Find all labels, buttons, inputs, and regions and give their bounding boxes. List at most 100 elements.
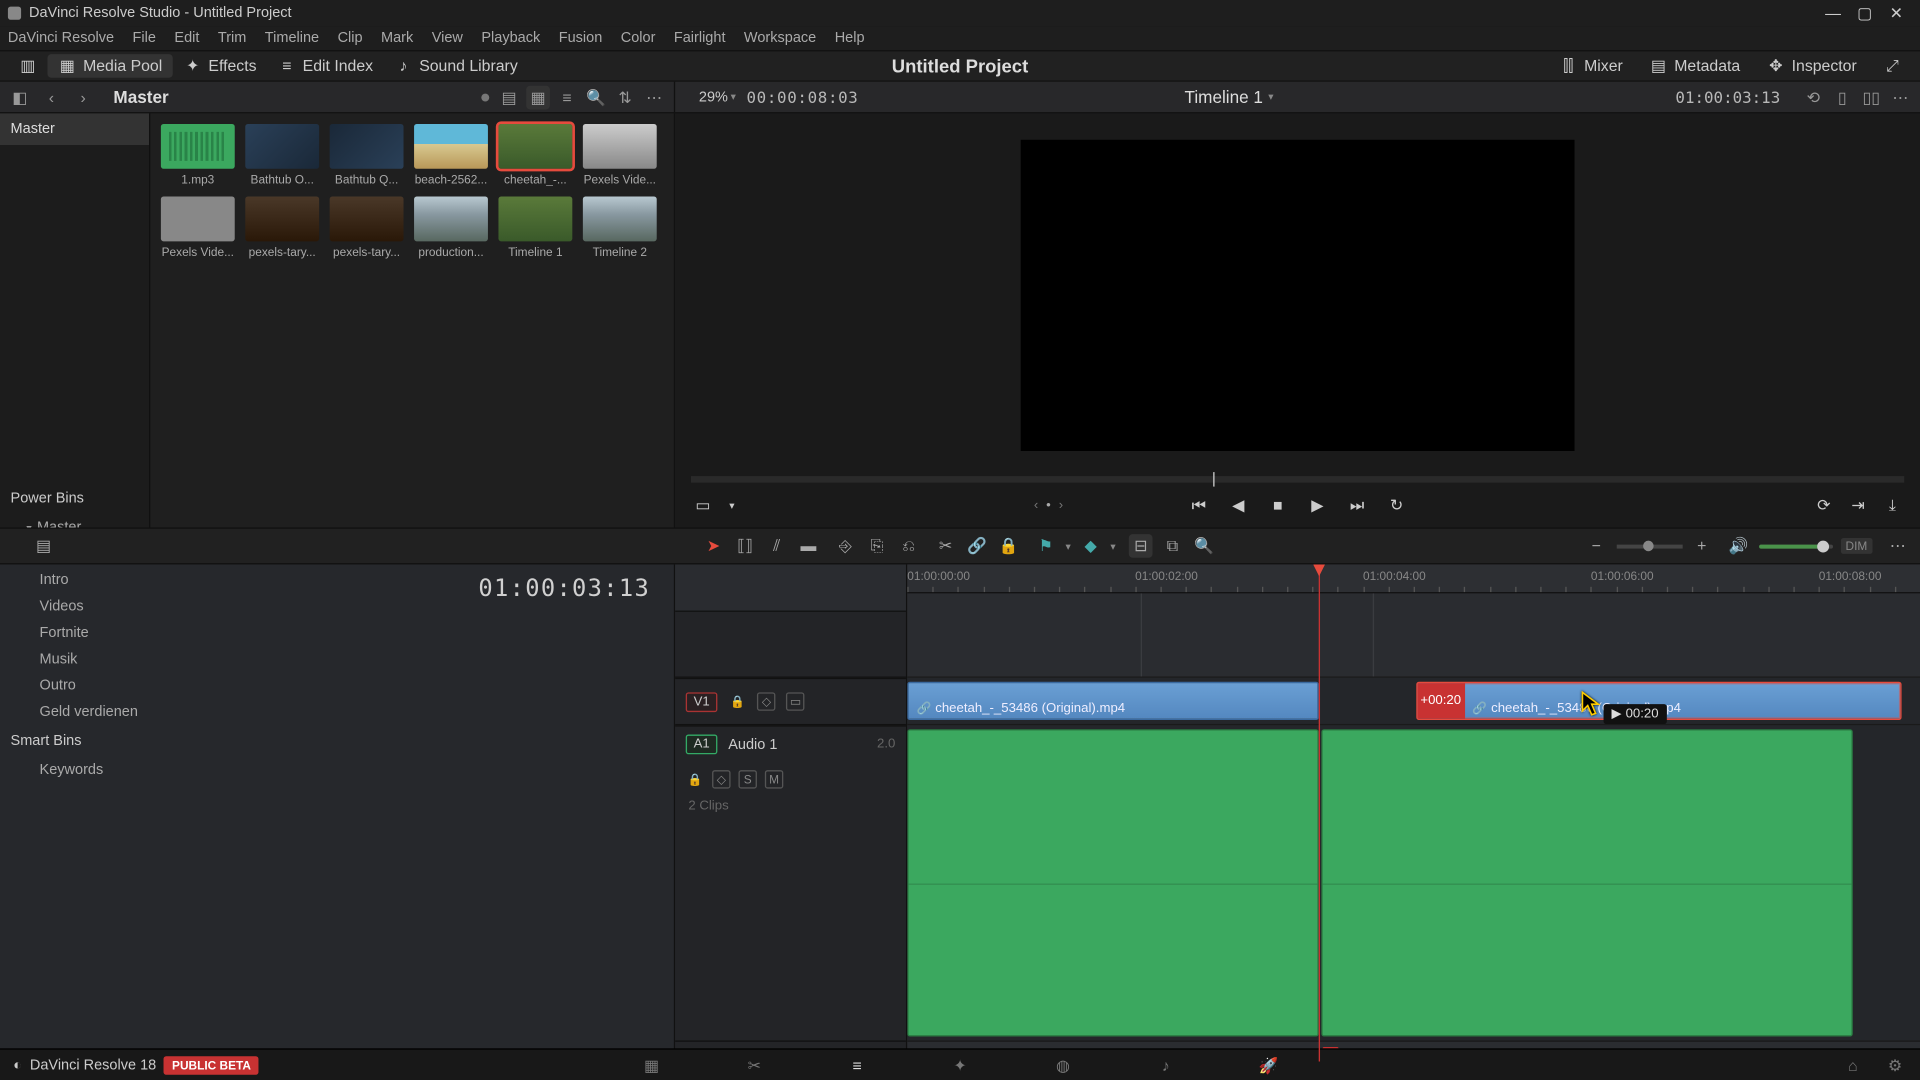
- nav-forward[interactable]: ›: [71, 85, 95, 109]
- selection-tool[interactable]: ➤: [702, 534, 726, 558]
- replace-button[interactable]: ⤓: [1880, 493, 1904, 517]
- trim-edit-tool[interactable]: ⟦⟧: [733, 534, 757, 558]
- media-pool-toggle[interactable]: ▦Media Pool: [47, 54, 172, 78]
- dual-viewer-button[interactable]: ▯▯: [1859, 85, 1883, 109]
- clip-card[interactable]: Bathtub O...: [245, 124, 319, 186]
- zoom-in-button[interactable]: +: [1690, 534, 1714, 558]
- a1-auto-select-icon[interactable]: ◇: [712, 770, 730, 788]
- zoom-chevron-icon[interactable]: ▾: [731, 91, 736, 103]
- play-button[interactable]: ▶: [1306, 493, 1330, 517]
- menu-edit[interactable]: Edit: [174, 30, 199, 46]
- page-color[interactable]: ◍: [1051, 1053, 1075, 1077]
- clip-card[interactable]: beach-2562...: [414, 124, 488, 186]
- menu-trim[interactable]: Trim: [218, 30, 246, 46]
- audio-clip[interactable]: [907, 729, 1318, 1036]
- track-a1[interactable]: [907, 725, 1920, 1041]
- a1-badge[interactable]: A1: [686, 735, 718, 755]
- match-frame-chevron-icon[interactable]: ▾: [720, 493, 744, 517]
- timeline-timecode-box[interactable]: 01:00:03:13: [0, 564, 674, 611]
- search-button[interactable]: 🔍: [584, 85, 608, 109]
- clip-card[interactable]: cheetah_-...: [498, 124, 572, 186]
- more-options-button[interactable]: ⋯: [642, 85, 666, 109]
- blade-tool[interactable]: ▬: [796, 534, 820, 558]
- viewer-options-button[interactable]: ⋯: [1888, 85, 1912, 109]
- overwrite-clip-button[interactable]: ⎘: [865, 534, 889, 558]
- marker-button[interactable]: ◆: [1079, 534, 1103, 558]
- metadata-view-button[interactable]: ▤: [497, 85, 521, 109]
- sort-button[interactable]: ⇅: [613, 85, 637, 109]
- page-fusion[interactable]: ✦: [948, 1053, 972, 1077]
- clip-card[interactable]: Pexels Vide...: [161, 196, 235, 258]
- stop-button[interactable]: ■: [1266, 493, 1290, 517]
- zoom-slider[interactable]: [1616, 544, 1682, 548]
- next-edit-icon[interactable]: ›: [1059, 498, 1063, 513]
- clip-card[interactable]: Timeline 2: [583, 196, 657, 258]
- overwrite-button[interactable]: ⇥: [1846, 493, 1870, 517]
- menu-clip[interactable]: Clip: [338, 30, 363, 46]
- volume-slider[interactable]: [1758, 544, 1832, 548]
- menu-view[interactable]: View: [432, 30, 463, 46]
- v1-badge[interactable]: V1: [686, 692, 718, 712]
- go-start-button[interactable]: ⏮: [1187, 493, 1211, 517]
- zoom-out-button[interactable]: −: [1584, 534, 1608, 558]
- snap-button[interactable]: ⊟: [1129, 534, 1153, 558]
- a1-mute-icon[interactable]: M: [765, 770, 783, 788]
- page-edit[interactable]: ≡: [845, 1053, 869, 1077]
- blade-all-button[interactable]: ✂: [934, 534, 958, 558]
- timeline-chevron-icon[interactable]: ▾: [1268, 91, 1273, 103]
- video-clip[interactable]: 🔗cheetah_-_53486 (Original).mp4: [907, 682, 1318, 720]
- dynamic-trim-tool[interactable]: ⫽: [765, 534, 789, 558]
- single-viewer-button[interactable]: ▯: [1830, 85, 1854, 109]
- menu-color[interactable]: Color: [621, 30, 656, 46]
- insert-button[interactable]: ⟳: [1812, 493, 1836, 517]
- expand-button[interactable]: ⤢: [1873, 54, 1913, 78]
- bypass-grades-button[interactable]: ⟲: [1801, 85, 1825, 109]
- project-settings-button[interactable]: ⚙: [1883, 1053, 1907, 1077]
- bin-view-toggle[interactable]: ◧: [8, 85, 32, 109]
- close-button[interactable]: ✕: [1880, 4, 1912, 22]
- maximize-button[interactable]: ▢: [1849, 4, 1881, 22]
- timeline-name[interactable]: Timeline 1: [1185, 87, 1263, 107]
- clip-card[interactable]: Bathtub Q...: [330, 124, 404, 186]
- link-selection-button[interactable]: ⧉: [1160, 534, 1184, 558]
- lock-button[interactable]: 🔒: [997, 534, 1021, 558]
- menu-workspace[interactable]: Workspace: [744, 30, 816, 46]
- viewer-canvas[interactable]: [675, 113, 1920, 476]
- playhead[interactable]: [1318, 564, 1319, 1061]
- v1-visible-icon[interactable]: ▭: [786, 692, 804, 710]
- a1-lock-icon[interactable]: 🔒: [686, 770, 704, 788]
- v1-auto-select-icon[interactable]: ◇: [757, 692, 775, 710]
- bin-master[interactable]: Master: [0, 113, 149, 145]
- match-frame-button[interactable]: ▭: [691, 493, 715, 517]
- loop-button[interactable]: ↻: [1385, 493, 1409, 517]
- inspector-toggle[interactable]: ✥Inspector: [1756, 54, 1867, 78]
- track-v1[interactable]: 🔗cheetah_-_53486 (Original).mp4+00:20🔗ch…: [907, 678, 1920, 725]
- menu-file[interactable]: File: [133, 30, 156, 46]
- home-button[interactable]: ⌂: [1841, 1053, 1865, 1077]
- menu-help[interactable]: Help: [835, 30, 865, 46]
- menu-mark[interactable]: Mark: [381, 30, 413, 46]
- viewer-scrubber[interactable]: [691, 476, 1904, 483]
- search-timeline-button[interactable]: 🔍: [1192, 534, 1216, 558]
- menu-fusion[interactable]: Fusion: [559, 30, 603, 46]
- audio-monitor-icon[interactable]: 🔊: [1727, 534, 1751, 558]
- timeline-tracks[interactable]: 01:00:00:0001:00:02:0001:00:04:0001:00:0…: [907, 564, 1920, 1061]
- timeline-options-button[interactable]: ⋯: [1886, 534, 1910, 558]
- track-head-a1[interactable]: A1 Audio 1 2.0 🔒 ◇ S M 2 Clips: [675, 725, 906, 1041]
- edit-index-toggle[interactable]: ≡Edit Index: [267, 54, 384, 78]
- clip-card[interactable]: pexels-tary...: [330, 196, 404, 258]
- page-cut[interactable]: ✂: [742, 1053, 766, 1077]
- effects-toggle[interactable]: ✦Effects: [173, 54, 267, 78]
- menu-fairlight[interactable]: Fairlight: [674, 30, 726, 46]
- mixer-toggle[interactable]: ⫿⫿Mixer: [1548, 54, 1633, 78]
- track-head-v1[interactable]: V1 🔒 ◇ ▭: [675, 678, 906, 725]
- play-reverse-button[interactable]: ◀: [1226, 493, 1250, 517]
- marker-chevron-icon[interactable]: ▾: [1110, 540, 1115, 552]
- link-button[interactable]: 🔗: [965, 534, 989, 558]
- clip-card[interactable]: pexels-tary...: [245, 196, 319, 258]
- thumbnail-view-button[interactable]: ▦: [526, 85, 550, 109]
- go-end-button[interactable]: ⏭: [1345, 493, 1369, 517]
- minimize-button[interactable]: —: [1817, 4, 1849, 22]
- viewer-zoom[interactable]: 29%: [699, 89, 728, 105]
- metadata-toggle[interactable]: ▤Metadata: [1639, 54, 1751, 78]
